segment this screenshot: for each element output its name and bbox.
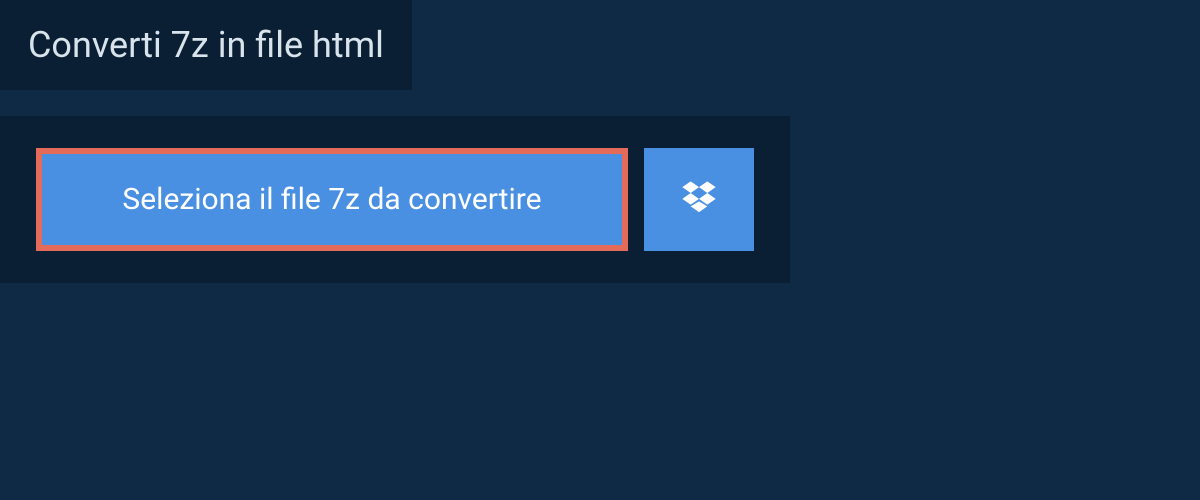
page-title-bar: Converti 7z in file html [0,0,412,90]
dropbox-icon [679,178,719,222]
dropbox-button[interactable] [644,148,754,251]
upload-section: Seleziona il file 7z da convertire [0,116,790,283]
page-title: Converti 7z in file html [28,24,384,66]
select-file-label: Seleziona il file 7z da convertire [122,182,541,217]
select-file-button[interactable]: Seleziona il file 7z da convertire [36,148,628,251]
upload-row: Seleziona il file 7z da convertire [36,148,754,251]
